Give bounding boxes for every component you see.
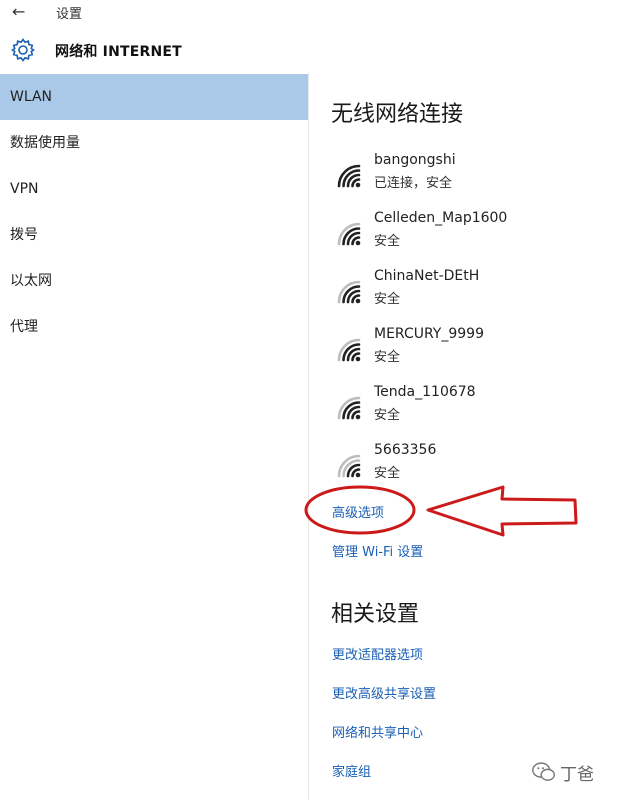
network-name: 5663356 [374, 442, 437, 458]
change-advanced-sharing-link[interactable]: 更改高级共享设置 [332, 683, 436, 702]
wifi-signal-icon [337, 454, 361, 478]
network-name: ChinaNet-DEtH [374, 268, 480, 284]
network-item[interactable]: 5663356 安全 [333, 442, 613, 492]
network-item[interactable]: ChinaNet-DEtH 安全 [333, 268, 613, 318]
app-title: 设置 [56, 7, 83, 22]
network-sharing-center-link[interactable]: 网络和共享中心 [332, 722, 423, 741]
advanced-options-link[interactable]: 高级选项 [332, 502, 384, 521]
watermark: 丁爸 [530, 758, 620, 788]
network-status: 安全 [374, 408, 401, 423]
network-status: 安全 [374, 466, 401, 481]
network-item[interactable]: bangongshi 已连接，安全 [333, 152, 613, 202]
related-settings-heading: 相关设置 [331, 602, 420, 627]
network-status: 安全 [374, 234, 401, 249]
watermark-text: 丁爸 [560, 765, 594, 785]
change-adapter-options-link[interactable]: 更改适配器选项 [332, 644, 423, 663]
network-name: MERCURY_9999 [374, 326, 484, 342]
section-header: 网络和 INTERNET [0, 30, 624, 72]
wifi-signal-icon [337, 280, 361, 304]
title-bar: ← 设置 [0, 0, 624, 24]
wifi-signal-icon [337, 164, 361, 188]
sidebar-item-data-usage[interactable]: 数据使用量 [0, 120, 308, 166]
sidebar-item-wlan[interactable]: WLAN [0, 74, 308, 120]
gear-icon [11, 38, 35, 62]
network-item[interactable]: Celleden_Map1600 安全 [333, 210, 613, 260]
network-item[interactable]: MERCURY_9999 安全 [333, 326, 613, 376]
sidebar-item-proxy[interactable]: 代理 [0, 304, 308, 350]
network-name: Tenda_110678 [374, 384, 476, 400]
manage-wifi-settings-link[interactable]: 管理 Wi-Fi 设置 [332, 541, 423, 560]
network-status: 安全 [374, 350, 401, 365]
wifi-signal-icon [337, 338, 361, 362]
network-name: bangongshi [374, 152, 456, 168]
sidebar-item-dialup[interactable]: 拨号 [0, 212, 308, 258]
wireless-heading: 无线网络连接 [331, 102, 464, 127]
sidebar-item-ethernet[interactable]: 以太网 [0, 258, 308, 304]
network-item[interactable]: Tenda_110678 安全 [333, 384, 613, 434]
network-status: 已连接，安全 [374, 176, 453, 191]
network-name: Celleden_Map1600 [374, 210, 508, 226]
main-content: 无线网络连接 bangongshi 已连接，安全 Celleden_Map160… [308, 72, 624, 800]
back-arrow-icon[interactable]: ← [12, 3, 32, 21]
page-title: 网络和 INTERNET [55, 44, 182, 60]
sidebar-item-vpn[interactable]: VPN [0, 166, 308, 212]
network-status: 安全 [374, 292, 401, 307]
homegroup-link[interactable]: 家庭组 [332, 761, 371, 780]
wifi-signal-icon [337, 396, 361, 420]
wechat-icon [532, 762, 555, 781]
wifi-signal-icon [337, 222, 361, 246]
sidebar: WLAN 数据使用量 VPN 拨号 以太网 代理 [0, 72, 308, 800]
